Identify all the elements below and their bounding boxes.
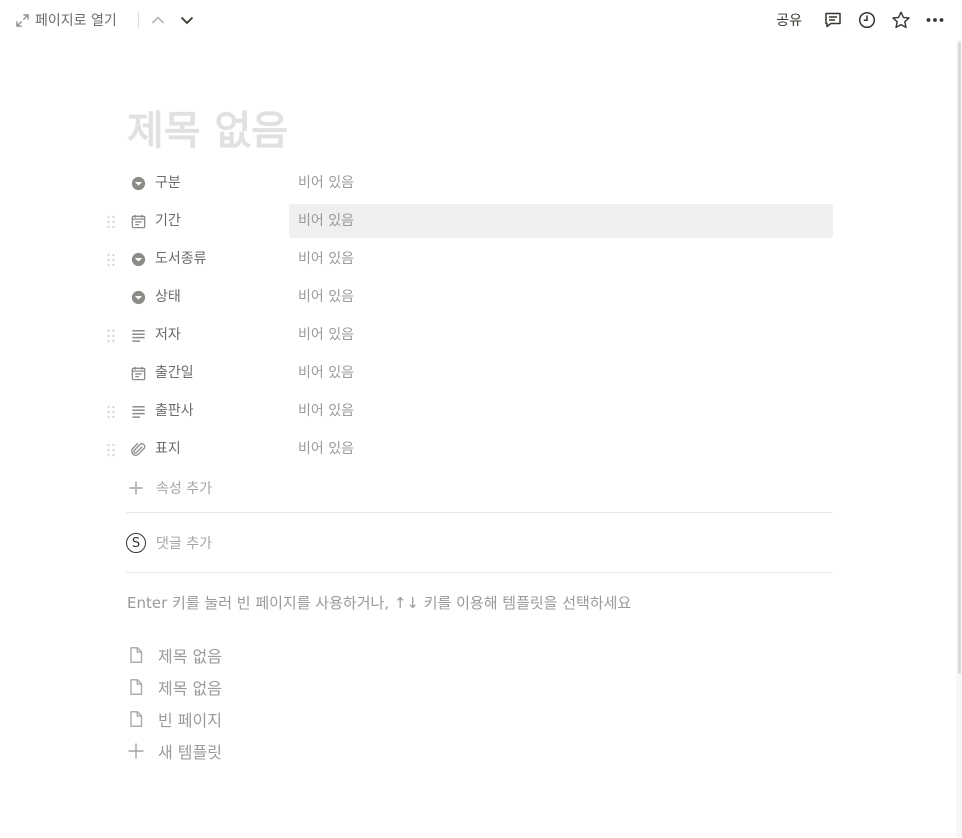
template-label: 새 템플릿	[158, 743, 222, 762]
property-row[interactable]: 기간 비어 있음	[104, 204, 834, 238]
divider	[138, 12, 139, 28]
select-icon	[129, 288, 147, 306]
comments-button[interactable]	[816, 6, 850, 34]
property-row[interactable]: 구분 비어 있음	[104, 166, 834, 200]
template-hint: Enter 키를 눌러 빈 페이지를 사용하거나, ↑↓ 키를 이용해 템플릿을…	[127, 594, 632, 612]
more-button[interactable]	[918, 6, 952, 34]
open-as-page-label: 페이지로 열기	[35, 13, 117, 29]
add-property-label: 속성 추가	[156, 481, 212, 497]
template-item[interactable]: 빈 페이지	[127, 706, 222, 732]
property-name[interactable]: 출판사	[155, 394, 194, 428]
page-root: 페이지로 열기 공유 제목 없음 구분 비어 있음 기간 비어 있음 도서종류 …	[0, 0, 962, 838]
property-row[interactable]: 출판사 비어 있음	[104, 394, 834, 428]
history-icon	[858, 11, 876, 29]
text-icon	[129, 326, 147, 344]
top-actions: 공유	[776, 6, 952, 34]
share-button[interactable]: 공유	[776, 10, 802, 30]
property-name[interactable]: 기간	[155, 204, 181, 238]
property-row[interactable]: 출간일 비어 있음	[104, 356, 834, 390]
comment-input[interactable]: 댓글 추가	[156, 533, 212, 553]
template-label: 제목 없음	[158, 647, 222, 666]
more-icon	[926, 18, 944, 22]
page-icon	[127, 646, 145, 664]
favorite-button[interactable]	[884, 6, 918, 34]
new-template-button[interactable]: 새 템플릿	[127, 738, 222, 764]
property-name[interactable]: 구분	[155, 166, 181, 200]
template-item[interactable]: 제목 없음	[127, 642, 222, 668]
date-icon	[129, 364, 147, 382]
property-row[interactable]: 저자 비어 있음	[104, 318, 834, 352]
divider	[126, 512, 833, 513]
select-icon	[129, 174, 147, 192]
paperclip-icon	[129, 440, 147, 458]
star-icon	[892, 11, 910, 29]
template-item[interactable]: 제목 없음	[127, 674, 222, 700]
expand-icon	[16, 13, 29, 27]
property-name[interactable]: 저자	[155, 318, 181, 352]
property-value[interactable]: 비어 있음	[289, 242, 833, 276]
avatar: S	[126, 533, 146, 553]
property-value[interactable]: 비어 있음	[289, 318, 833, 352]
plus-icon	[129, 481, 143, 495]
scrollbar-thumb[interactable]	[958, 42, 961, 674]
select-icon	[129, 250, 147, 268]
template-label: 제목 없음	[158, 679, 222, 698]
chevron-up-icon	[151, 16, 165, 24]
open-as-page-button[interactable]: 페이지로 열기	[16, 8, 117, 32]
drag-handle-icon[interactable]	[106, 214, 116, 229]
page-icon	[127, 678, 145, 696]
property-row[interactable]: 표지 비어 있음	[104, 432, 834, 466]
drag-handle-icon[interactable]	[106, 404, 116, 419]
drag-handle-icon[interactable]	[106, 252, 116, 267]
divider	[126, 572, 833, 573]
page-icon	[127, 710, 145, 728]
page-title-input[interactable]: 제목 없음	[127, 104, 288, 158]
property-name[interactable]: 표지	[155, 432, 181, 466]
property-row[interactable]: 도서종류 비어 있음	[104, 242, 834, 276]
template-label: 빈 페이지	[158, 711, 222, 730]
top-bar: 페이지로 열기 공유	[0, 0, 962, 40]
drag-handle-icon[interactable]	[106, 328, 116, 343]
plus-icon	[127, 742, 145, 760]
add-comment-row[interactable]: S 댓글 추가	[126, 530, 212, 556]
comment-icon	[825, 12, 841, 28]
property-value[interactable]: 비어 있음	[289, 432, 833, 466]
property-value[interactable]: 비어 있음	[289, 394, 833, 428]
previous-page-button[interactable]	[147, 9, 169, 31]
history-button[interactable]	[850, 6, 884, 34]
date-icon	[129, 212, 147, 230]
drag-handle-icon[interactable]	[106, 442, 116, 457]
text-icon	[129, 402, 147, 420]
property-value[interactable]: 비어 있음	[289, 204, 833, 238]
property-row[interactable]: 상태 비어 있음	[104, 280, 834, 314]
property-name[interactable]: 출간일	[155, 356, 194, 390]
add-property-button[interactable]: 속성 추가	[128, 476, 212, 500]
property-value[interactable]: 비어 있음	[289, 280, 833, 314]
property-name[interactable]: 상태	[155, 280, 181, 314]
next-page-button[interactable]	[176, 9, 198, 31]
property-name[interactable]: 도서종류	[155, 242, 207, 276]
property-value[interactable]: 비어 있음	[289, 356, 833, 390]
chevron-down-icon	[180, 16, 194, 25]
property-value[interactable]: 비어 있음	[289, 166, 833, 200]
